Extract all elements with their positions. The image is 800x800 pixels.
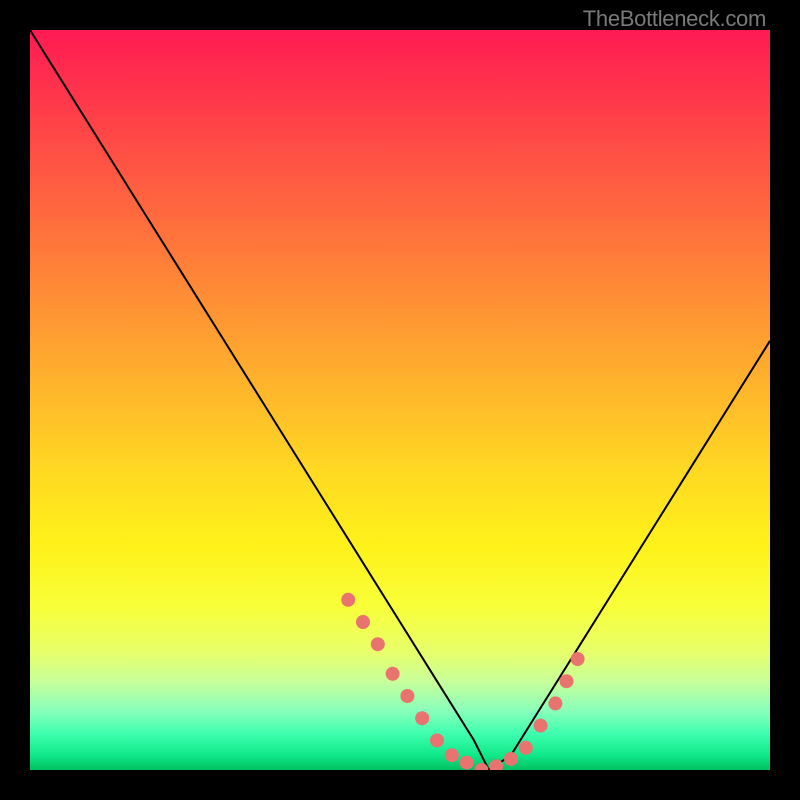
bottleneck-curve <box>30 30 770 770</box>
marker-dot <box>571 652 585 666</box>
chart-svg <box>30 30 770 770</box>
marker-dot <box>400 689 414 703</box>
marker-dots <box>341 593 584 770</box>
marker-dot <box>386 667 400 681</box>
marker-dot <box>534 719 548 733</box>
watermark-text: TheBottleneck.com <box>583 6 766 32</box>
marker-dot <box>548 696 562 710</box>
marker-dot <box>560 674 574 688</box>
marker-dot <box>371 637 385 651</box>
marker-dot <box>356 615 370 629</box>
marker-dot <box>460 756 474 770</box>
marker-dot <box>341 593 355 607</box>
plot-area <box>30 30 770 770</box>
chart-frame: TheBottleneck.com <box>0 0 800 800</box>
marker-dot <box>504 752 518 766</box>
marker-dot <box>430 733 444 747</box>
marker-dot <box>519 741 533 755</box>
marker-dot <box>415 711 429 725</box>
marker-dot <box>445 748 459 762</box>
